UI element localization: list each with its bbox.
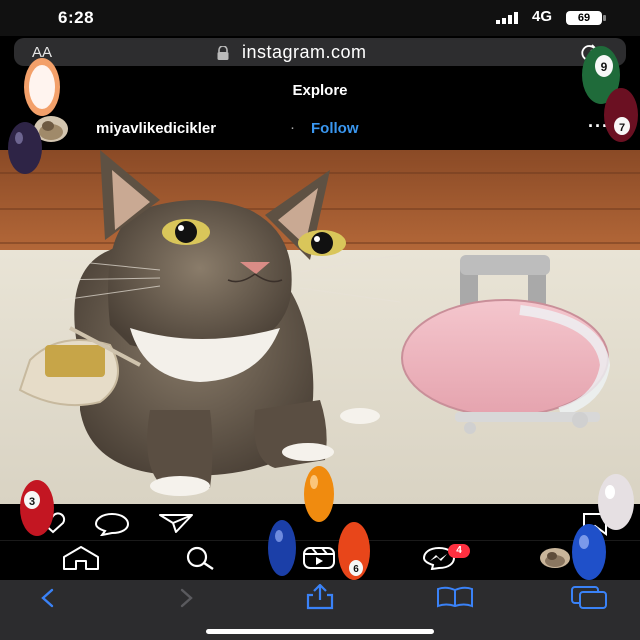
billiard-ball-purple	[8, 122, 42, 174]
tabs-icon[interactable]	[570, 585, 610, 609]
forward-icon[interactable]	[176, 588, 196, 608]
ball-number: 3	[29, 496, 35, 508]
separator: ·	[290, 119, 295, 136]
ball-number: 7	[619, 122, 625, 134]
follow-button[interactable]: Follow	[311, 120, 359, 137]
profile-avatar[interactable]	[540, 548, 570, 568]
status-time: 6:28	[58, 8, 95, 27]
url-domain[interactable]: instagram.com	[242, 42, 367, 63]
share-icon[interactable]	[158, 512, 194, 534]
billiard-ball-white	[24, 58, 60, 116]
bookmarks-icon[interactable]	[436, 586, 474, 608]
signal-icon	[496, 12, 518, 24]
share-sheet-icon[interactable]	[304, 584, 336, 610]
billiard-ball-orange-6: 6	[338, 522, 370, 580]
network-type: 4G	[532, 8, 553, 25]
post-username[interactable]: miyavlikedicikler	[96, 120, 216, 137]
reels-icon[interactable]	[302, 546, 336, 570]
post-photo[interactable]	[0, 150, 640, 504]
home-icon[interactable]	[62, 546, 100, 570]
battery-level: 69	[577, 12, 591, 24]
lock-icon	[217, 46, 229, 60]
billiard-ball-maroon-7: 7	[604, 88, 638, 142]
home-indicator	[206, 629, 434, 634]
ball-number: 9	[601, 60, 608, 74]
ball-number: 6	[353, 564, 359, 575]
back-icon[interactable]	[38, 588, 58, 608]
billiard-ball-red-3: 3	[20, 480, 54, 536]
comment-icon[interactable]	[94, 512, 130, 536]
billiard-ball-blue	[268, 520, 296, 576]
page-title: Explore	[292, 82, 348, 99]
search-icon[interactable]	[183, 546, 217, 570]
messages-badge: 4	[448, 544, 470, 558]
billiard-ball-blue-2	[572, 524, 606, 580]
billiard-ball-orange	[304, 466, 334, 522]
